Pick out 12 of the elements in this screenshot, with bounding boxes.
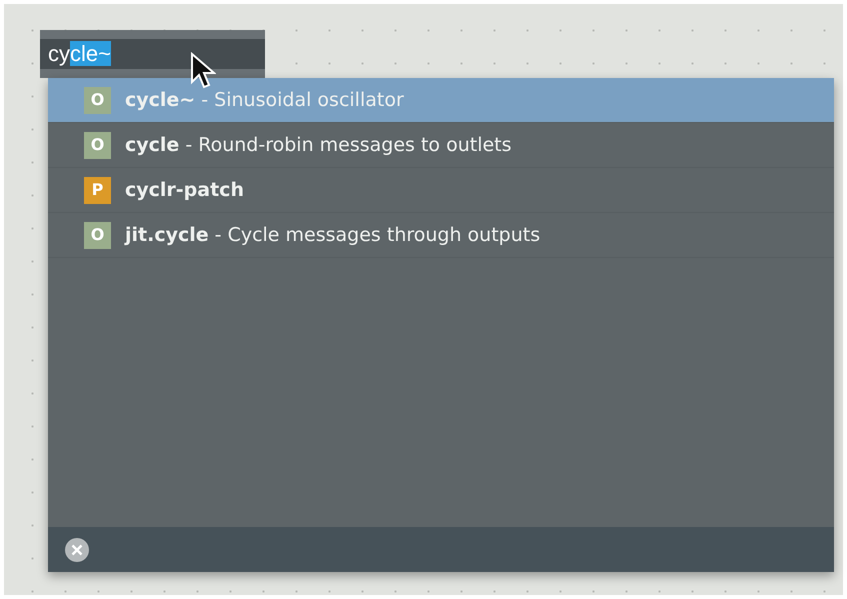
typed-text: cy (48, 41, 70, 66)
selected-text: cle~ (70, 41, 111, 66)
object-box[interactable]: cycle~ (40, 30, 265, 78)
type-badge: P (84, 176, 111, 204)
suggestion-item[interactable]: P cyclr-patch (48, 168, 834, 213)
type-badge: O (84, 222, 111, 248)
suggestion-item[interactable]: O jit.cycle - Cycle messages through outputs (48, 213, 834, 258)
type-badge: O (84, 132, 111, 158)
type-badge: O (84, 86, 111, 114)
suggestion-item[interactable]: O cycle - Round-robin messages to outlets (48, 123, 834, 168)
close-icon[interactable] (64, 536, 90, 562)
mouse-cursor-icon (190, 52, 216, 90)
